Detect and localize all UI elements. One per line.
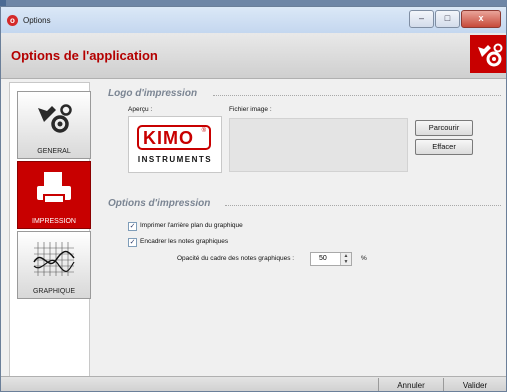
main-content: Logo d'impression Aperçu : Fichier image… (95, 82, 505, 382)
sidebar-item-graphique[interactable]: GRAPHIQUE (17, 231, 91, 299)
window-title: Options (23, 15, 51, 25)
browse-button[interactable]: Parcourir (415, 120, 473, 136)
opacity-unit: % (361, 255, 367, 262)
section-divider (225, 205, 501, 206)
preview-label: Aperçu : (128, 106, 153, 113)
sidebar-item-general[interactable]: GENERAL (17, 91, 91, 159)
graph-icon (33, 242, 75, 276)
logo-top-text: KIMO (143, 128, 194, 148)
gears-icon (470, 35, 506, 73)
cancel-button[interactable]: Annuler (379, 379, 443, 391)
clear-button[interactable]: Effacer (415, 139, 473, 155)
maximize-button[interactable]: □ (435, 10, 460, 28)
file-label: Fichier image : (229, 106, 272, 113)
validate-button[interactable]: Valider (444, 379, 506, 391)
section-title-print: Options d'impression (108, 198, 211, 209)
print-background-checkbox[interactable]: ✓ (128, 222, 137, 231)
opacity-spinner[interactable]: 50 ▲ ▼ (310, 252, 352, 266)
file-image-area (229, 118, 408, 172)
logo-preview: KIMO ® INSTRUMENTS (128, 116, 222, 173)
page-title: Options de l'application (11, 48, 158, 63)
title-bar[interactable]: o Options – □ x (1, 7, 506, 33)
minimize-button[interactable]: – (409, 10, 434, 28)
options-window: o Options – □ x Options de l'application (0, 6, 507, 392)
sidebar-item-label: GENERAL (37, 148, 71, 155)
opacity-label: Opacité du cadre des notes graphiques : (177, 255, 295, 262)
spinner-arrows-icon[interactable]: ▲ ▼ (340, 253, 351, 265)
printer-icon (37, 172, 71, 202)
app-icon: o (7, 14, 18, 26)
print-background-label: Imprimer l'arrière plan du graphique (140, 222, 243, 229)
sidebar: GENERAL IMPRESSION GRAPHIQUE (9, 82, 91, 384)
section-divider (213, 95, 501, 96)
close-button[interactable]: x (461, 10, 501, 28)
gears-icon (38, 104, 72, 133)
sidebar-item-label: IMPRESSION (32, 218, 76, 225)
logo-bottom-text: INSTRUMENTS (137, 155, 213, 164)
footer-bar: Annuler Valider (1, 376, 506, 391)
window-controls: – □ x (408, 10, 501, 28)
logo-registered-mark: ® (201, 128, 206, 134)
opacity-value: 50 (319, 255, 327, 262)
page-header: Options de l'application (1, 33, 506, 79)
frame-notes-checkbox[interactable]: ✓ (128, 238, 137, 247)
kimo-logo-frame: KIMO ® (137, 125, 211, 150)
sidebar-item-impression[interactable]: IMPRESSION (17, 161, 91, 229)
section-title-logo: Logo d'impression (108, 88, 198, 99)
frame-notes-label: Encadrer les notes graphiques (140, 238, 229, 245)
sidebar-item-label: GRAPHIQUE (32, 288, 75, 295)
